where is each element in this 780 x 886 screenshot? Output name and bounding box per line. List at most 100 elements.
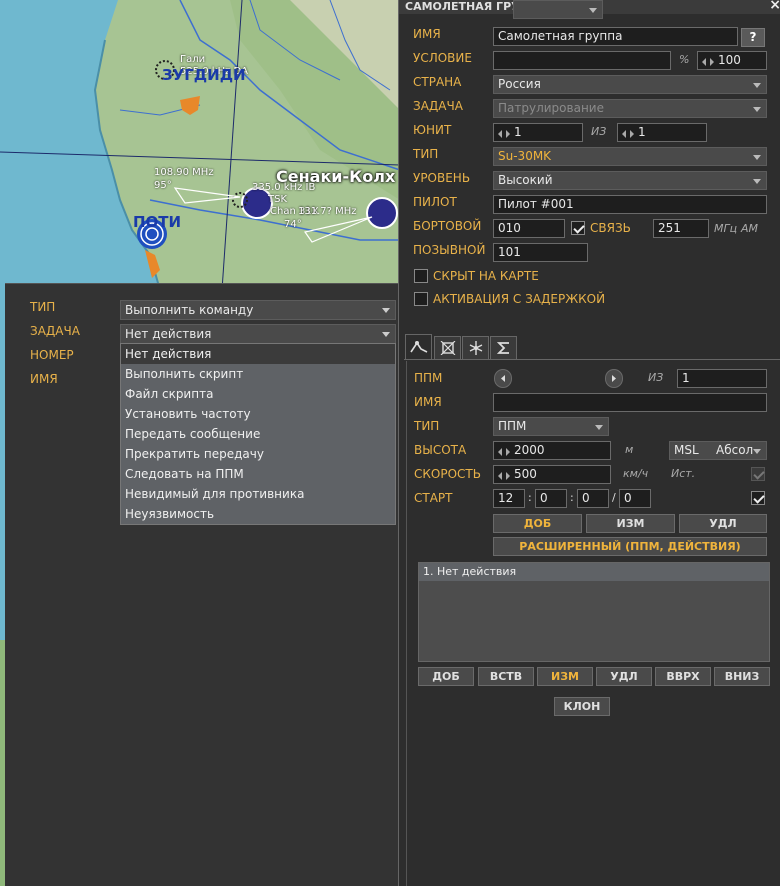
callsign-input[interactable]: 101 [493, 243, 588, 262]
country-label: СТРАНА [413, 75, 462, 89]
close-icon[interactable]: × [769, 0, 780, 12]
move-up-button[interactable]: ВВРХ [655, 667, 711, 686]
waypoint-select[interactable] [513, 0, 603, 19]
delete-waypoint-button[interactable]: УДЛ [679, 514, 767, 533]
aircraft-icon [469, 341, 482, 355]
task-select[interactable]: Нет действия [120, 324, 396, 344]
type-select[interactable]: Выполнить команду [120, 300, 396, 320]
prev-waypoint-button[interactable] [494, 369, 512, 388]
chevron-down-icon [382, 308, 390, 313]
waypoint-label: ППМ [414, 371, 443, 385]
skill-label: УРОВЕНЬ [413, 171, 471, 185]
waypoint-name-input[interactable] [493, 393, 767, 412]
edit-waypoint-button[interactable]: ИЗМ [586, 514, 675, 533]
hidden-checkbox[interactable] [414, 269, 428, 283]
board-number-input[interactable]: 010 [493, 219, 565, 238]
advanced-actions-button[interactable]: РАСШИРЕННЫЙ (ППМ, ДЕЙСТВИЯ) [493, 537, 767, 556]
chevron-down-icon [753, 83, 761, 88]
delete-action-button[interactable]: УДЛ [596, 667, 652, 686]
late-activation-checkbox[interactable] [414, 292, 428, 306]
chevron-down-icon [753, 179, 761, 184]
unit-total-stepper[interactable]: 1 [617, 123, 707, 142]
dropdown-item[interactable]: Прекратить передачу [121, 444, 395, 464]
tab-targets[interactable] [434, 336, 461, 359]
altitude-mode-value2: Абсол [716, 443, 754, 457]
add-action-button[interactable]: ДОБ [418, 667, 474, 686]
move-down-button[interactable]: ВНИЗ [714, 667, 770, 686]
task-label: ЗАДАЧА [413, 99, 463, 113]
city-zugdidi: ЗУГДИДИ [162, 66, 246, 84]
group-panel: САМОЛЕТНАЯ ГРУППА × ИМЯ Самолетная групп… [398, 0, 780, 886]
next-waypoint-button[interactable] [605, 369, 623, 388]
percent-label: % [679, 53, 690, 66]
task-label: ЗАДАЧА [30, 324, 80, 338]
dropdown-item[interactable]: Файл скрипта [121, 384, 395, 404]
unit-stepper[interactable]: 1 [493, 123, 583, 142]
condition-label: УСЛОВИЕ [413, 51, 472, 65]
radio-modulation: AM [741, 222, 759, 235]
gali-label: Гали [180, 54, 206, 65]
dropdown-item[interactable]: Нет действия [121, 344, 395, 364]
start-checkbox[interactable] [751, 491, 765, 505]
waypoint-type-select[interactable]: ППМ [493, 417, 609, 436]
tab-summary[interactable] [490, 336, 517, 359]
aircraft-type-select[interactable]: Su-30MK [493, 147, 767, 166]
tab-payload[interactable] [462, 336, 489, 359]
number-label: НОМЕР [30, 348, 74, 362]
altitude-mode-value: MSL [674, 443, 699, 457]
start-day-input[interactable]: 0 [619, 489, 651, 508]
speed-label: СКОРОСТЬ [414, 467, 481, 481]
start-seconds-input[interactable]: 0 [577, 489, 609, 508]
speed-stepper[interactable]: 500 [493, 465, 611, 484]
dropdown-item[interactable]: Установить частоту [121, 404, 395, 424]
waypoint-type-label: ТИП [414, 419, 440, 433]
waypoint-of-label: ИЗ [648, 371, 664, 384]
radio-checkbox[interactable] [571, 221, 585, 235]
day-separator: / [612, 491, 616, 504]
chevron-down-icon [753, 107, 761, 112]
callsign-label: ПОЗЫВНОЙ [413, 243, 486, 257]
altitude-mode-select[interactable]: MSL Абсол [669, 441, 767, 460]
edit-action-button[interactable]: ИЗМ [537, 667, 593, 686]
name-label: ИМЯ [413, 27, 441, 41]
list-item[interactable]: 1. Нет действия [419, 563, 769, 581]
dropdown-item[interactable]: Следовать на ППМ [121, 464, 395, 484]
add-waypoint-button[interactable]: ДОБ [493, 514, 582, 533]
dropdown-item[interactable]: Невидимый для противника [121, 484, 395, 504]
task-dropdown-list[interactable]: Нет действия Выполнить скрипт Файл скрип… [120, 343, 396, 525]
ndb-label-2: TSK [268, 194, 288, 205]
insert-action-button[interactable]: ВСТВ [478, 667, 534, 686]
start-hours-input[interactable]: 12 [493, 489, 525, 508]
ist-checkbox[interactable] [751, 467, 765, 481]
tab-route[interactable] [405, 334, 432, 359]
country-select-value: Россия [498, 77, 541, 91]
start-minutes-input[interactable]: 0 [535, 489, 567, 508]
skill-select[interactable]: Высокий [493, 171, 767, 190]
pilot-input[interactable]: Пилот #001 [493, 195, 767, 214]
group-name-input[interactable]: Самолетная группа [493, 27, 738, 46]
country-select[interactable]: Россия [493, 75, 767, 94]
target-icon [440, 341, 455, 355]
actions-list[interactable]: 1. Нет действия [418, 562, 770, 662]
chevron-down-icon [589, 8, 597, 13]
aircraft-type-value: Su-30MK [498, 149, 552, 163]
task-select[interactable]: Патрулирование [493, 99, 767, 118]
type-label: ТИП [413, 147, 439, 161]
ils-hdg-2: 74° [284, 219, 302, 230]
task-select-value: Патрулирование [498, 101, 604, 115]
chevron-down-icon [753, 449, 761, 454]
tab-divider [404, 359, 780, 360]
radio-frequency-input[interactable]: 251 [653, 219, 709, 238]
ils-freq-1: 108.90 MHz [154, 167, 214, 178]
altitude-stepper[interactable]: 2000 [493, 441, 611, 460]
dropdown-item[interactable]: Выполнить скрипт [121, 364, 395, 384]
clone-action-button[interactable]: КЛОН [554, 697, 610, 716]
help-button[interactable]: ? [741, 28, 765, 47]
time-separator: : [570, 491, 574, 504]
condition-input[interactable] [493, 51, 671, 70]
dropdown-item[interactable]: Неуязвимость [121, 504, 395, 524]
chevron-down-icon [753, 155, 761, 160]
ils-hdg-1: 95° [154, 180, 172, 191]
dropdown-item[interactable]: Передать сообщение [121, 424, 395, 444]
probability-stepper[interactable]: 100 [697, 51, 767, 70]
